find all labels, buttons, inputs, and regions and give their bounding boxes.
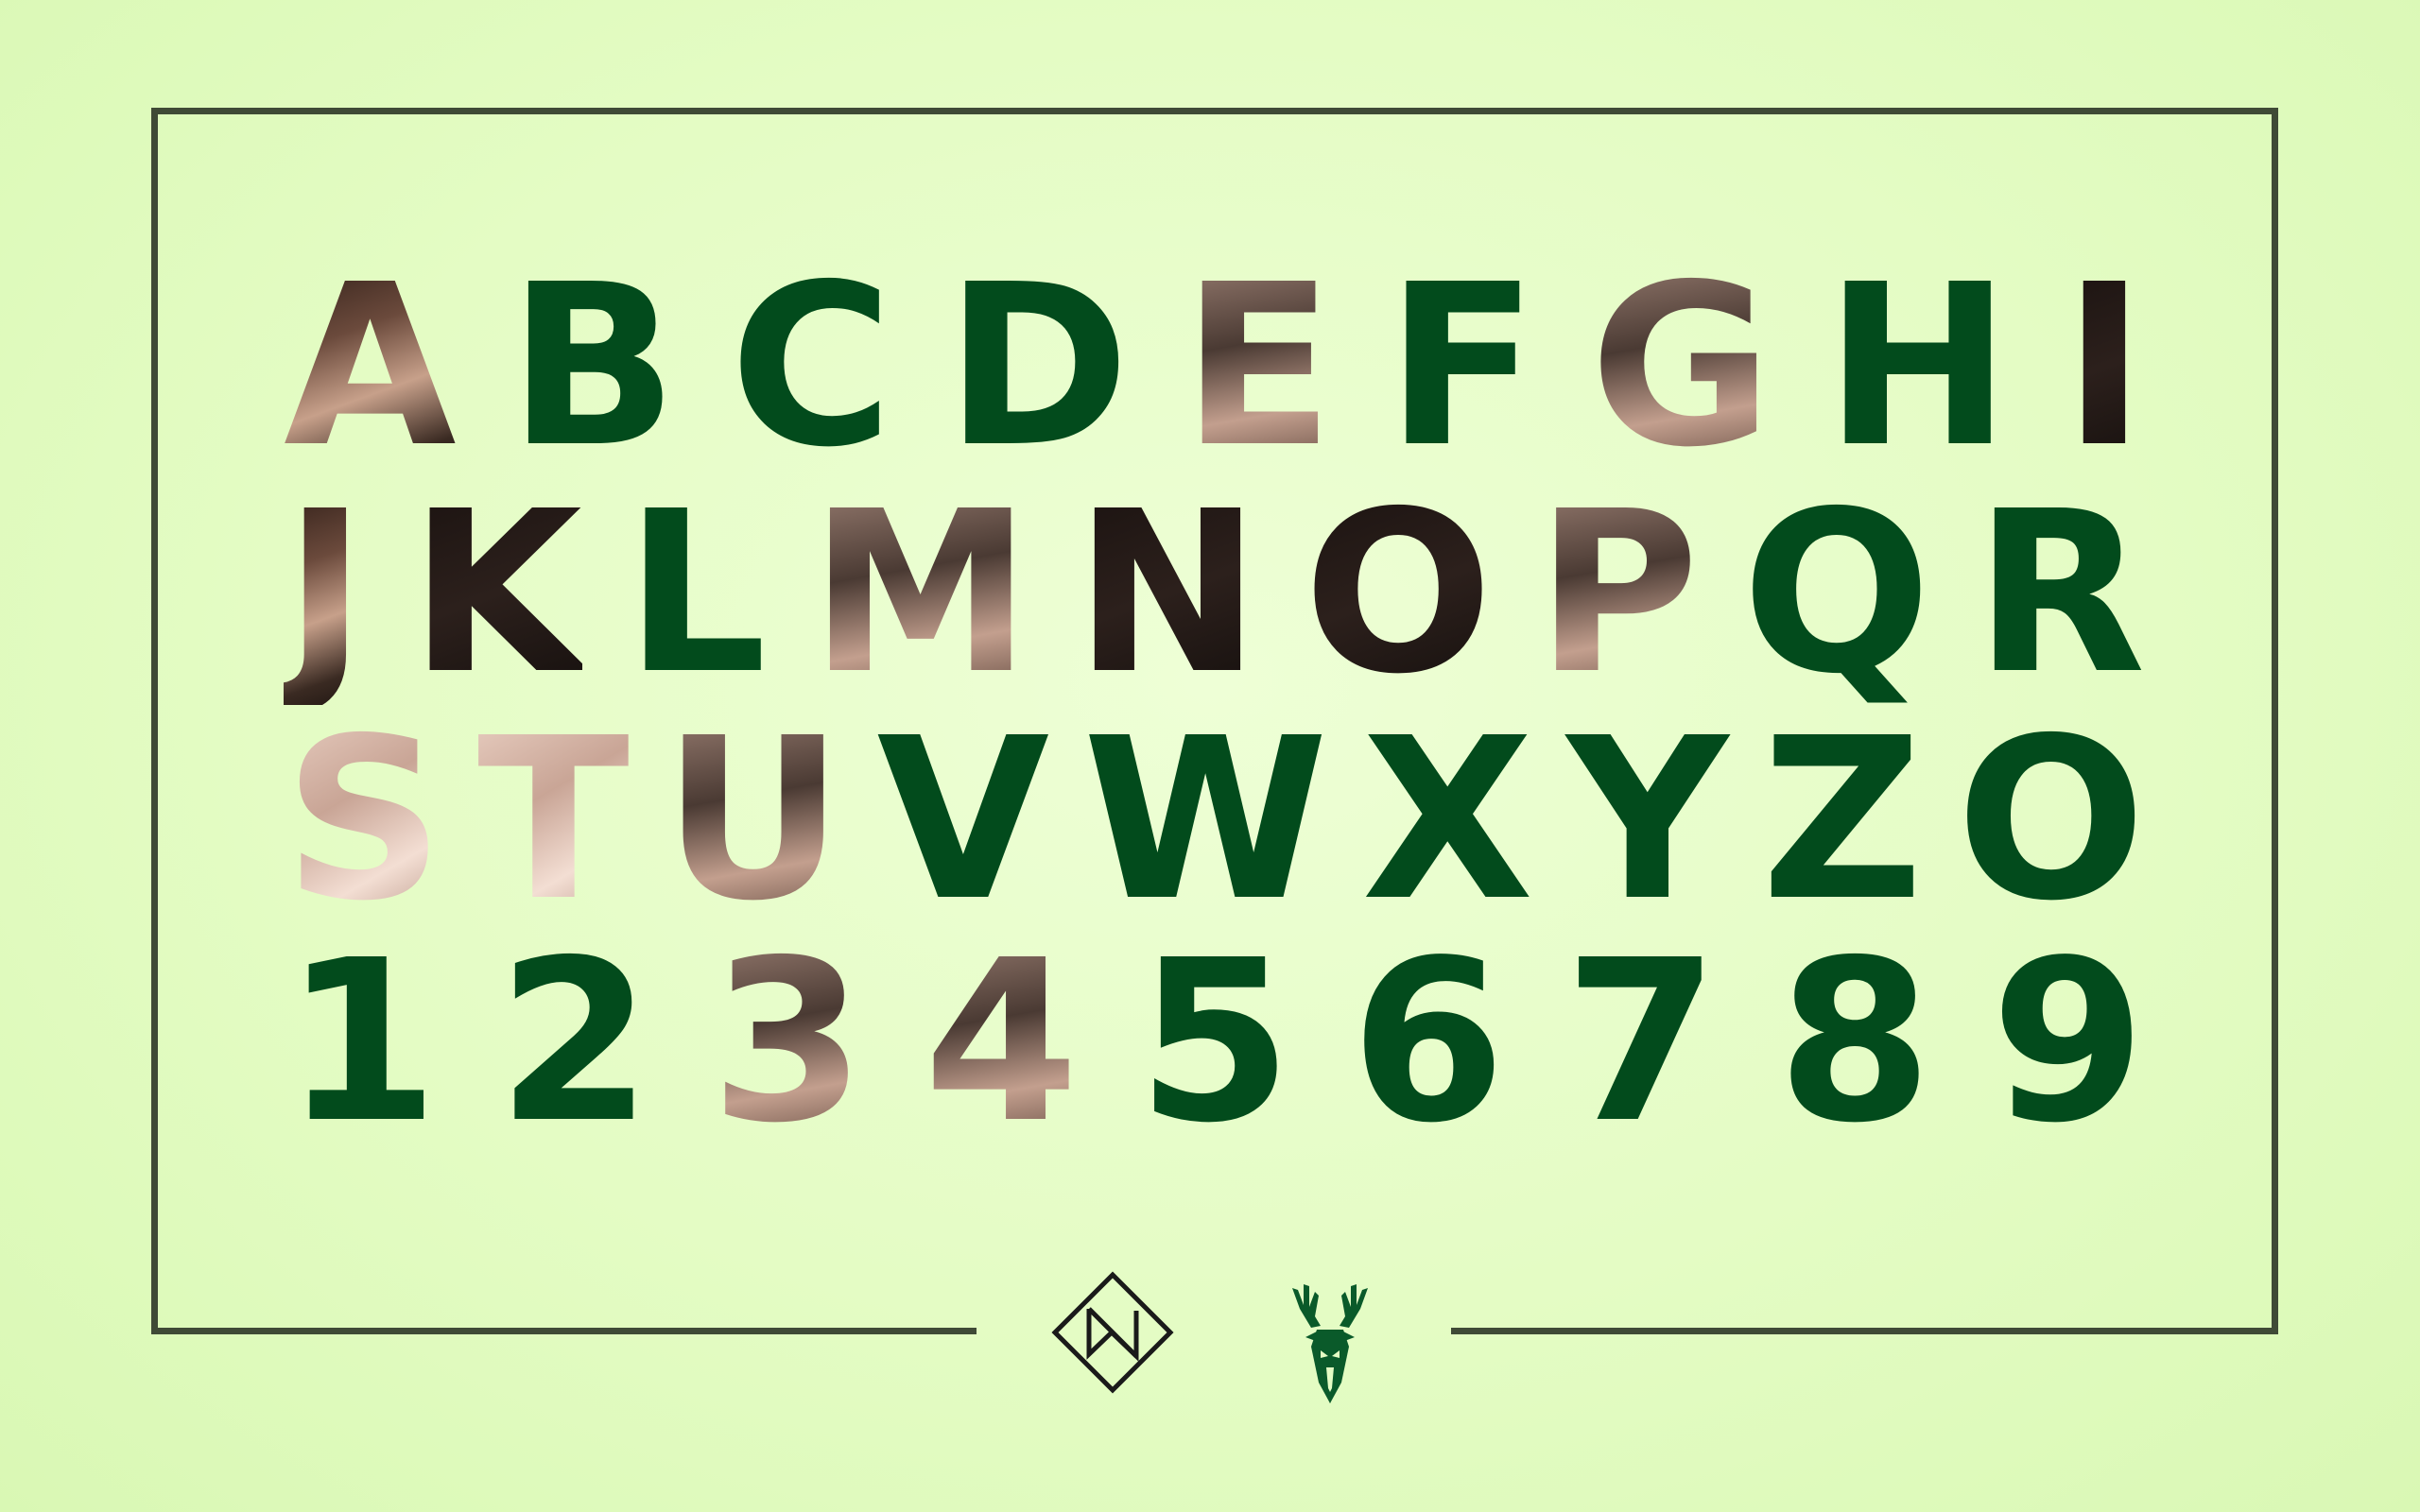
glyph-m: M (809, 463, 1032, 723)
glyph-t: T (476, 690, 630, 950)
glyph-w: W (1082, 690, 1329, 950)
glyph-s: S (284, 690, 444, 950)
glyph-h: H (1824, 236, 2012, 496)
glyph-3: 3 (710, 912, 866, 1172)
frame-bottom-left-line (151, 1328, 977, 1334)
glyph-v: V (876, 690, 1050, 950)
glyph-x: X (1361, 690, 1534, 950)
glyph-o-second: O (1956, 690, 2146, 950)
glyph-d: D (944, 236, 1131, 496)
glyph-l: L (624, 463, 768, 723)
glyph-7: 7 (1564, 912, 1720, 1172)
glyph-9: 9 (1990, 912, 2146, 1172)
frame-left-line (151, 108, 158, 1334)
glyph-6: 6 (1350, 912, 1506, 1172)
glyph-r: R (1974, 463, 2146, 723)
frame-bottom-right-line (1451, 1328, 2278, 1334)
glyph-u: U (662, 690, 844, 950)
glyph-c: C (729, 236, 893, 496)
glyph-n: N (1074, 463, 1261, 723)
frame-right-line (2272, 108, 2278, 1334)
glyph-a: A (284, 236, 457, 496)
glyph-5: 5 (1136, 912, 1293, 1172)
glyph-1: 1 (284, 912, 440, 1172)
glyph-row-2: J K L M N O P Q R (284, 482, 2146, 705)
glyph-k: K (408, 463, 582, 723)
glyph-p: P (1535, 463, 1700, 723)
glyph-j: J (284, 463, 367, 723)
glyph-row-4: 1 2 3 4 5 6 7 8 9 (284, 931, 2146, 1154)
glyph-y: Y (1566, 690, 1729, 950)
glyph-g: G (1589, 236, 1773, 496)
glyph-f: F (1385, 236, 1539, 496)
glyph-i: I (2063, 236, 2146, 496)
frame-top-line (151, 108, 2278, 114)
diamond-monogram-icon (1051, 1271, 1174, 1394)
glyph-b: B (508, 236, 679, 496)
glyph-row-1: A B C D E F G H I (284, 255, 2146, 478)
deer-head-icon (1292, 1284, 1368, 1403)
glyph-8: 8 (1777, 912, 1933, 1172)
glyph-o: O (1303, 463, 1494, 723)
glyph-q: Q (1741, 463, 1932, 723)
glyph-row-3: S T U V W X Y Z O (284, 709, 2146, 932)
glyph-2: 2 (496, 912, 652, 1172)
glyph-e: E (1182, 236, 1335, 496)
glyph-z: Z (1761, 690, 1924, 950)
glyph-4: 4 (924, 912, 1080, 1172)
